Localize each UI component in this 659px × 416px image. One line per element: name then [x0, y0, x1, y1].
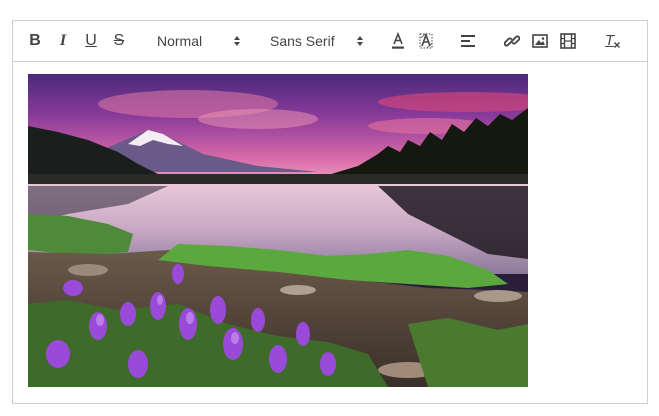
image-icon [532, 34, 548, 48]
image-button[interactable] [531, 31, 549, 51]
underline-button[interactable]: U [83, 31, 99, 51]
italic-button[interactable]: I [55, 31, 71, 51]
clear-format-letter: T [605, 32, 615, 49]
strike-button[interactable]: S [111, 31, 127, 51]
align-left-icon [461, 35, 475, 47]
align-button[interactable] [459, 31, 477, 51]
editor-toolbar: B I U S Normal Sans Serif T [13, 21, 647, 62]
background-color-icon [419, 32, 433, 49]
bold-button[interactable]: B [27, 31, 43, 51]
font-family-value: Sans Serif [270, 33, 335, 49]
text-color-button[interactable] [389, 31, 407, 51]
underline-icon: U [85, 32, 97, 49]
font-size-value: Normal [157, 33, 203, 49]
link-icon [504, 35, 520, 47]
text-color-icon [392, 32, 404, 49]
font-family-select[interactable]: Sans Serif [270, 31, 366, 51]
link-button[interactable] [503, 31, 521, 51]
select-arrows-icon [234, 36, 240, 46]
background-color-button[interactable] [417, 31, 435, 51]
clear-format-icon: T [604, 32, 620, 50]
bold-icon: B [29, 32, 41, 49]
landscape-photo [28, 74, 528, 387]
video-icon [560, 33, 576, 49]
editor-content[interactable] [13, 62, 647, 403]
close-icon [614, 42, 620, 48]
italic-icon: I [59, 32, 67, 49]
strikethrough-icon: S [113, 32, 125, 49]
mountain-lake-image[interactable] [28, 74, 528, 387]
select-arrows-icon [357, 36, 363, 46]
clear-format-button[interactable]: T [603, 31, 621, 51]
video-button[interactable] [559, 31, 577, 51]
rich-text-editor: B I U S Normal Sans Serif T [12, 20, 648, 404]
font-size-select[interactable]: Normal [157, 31, 245, 51]
